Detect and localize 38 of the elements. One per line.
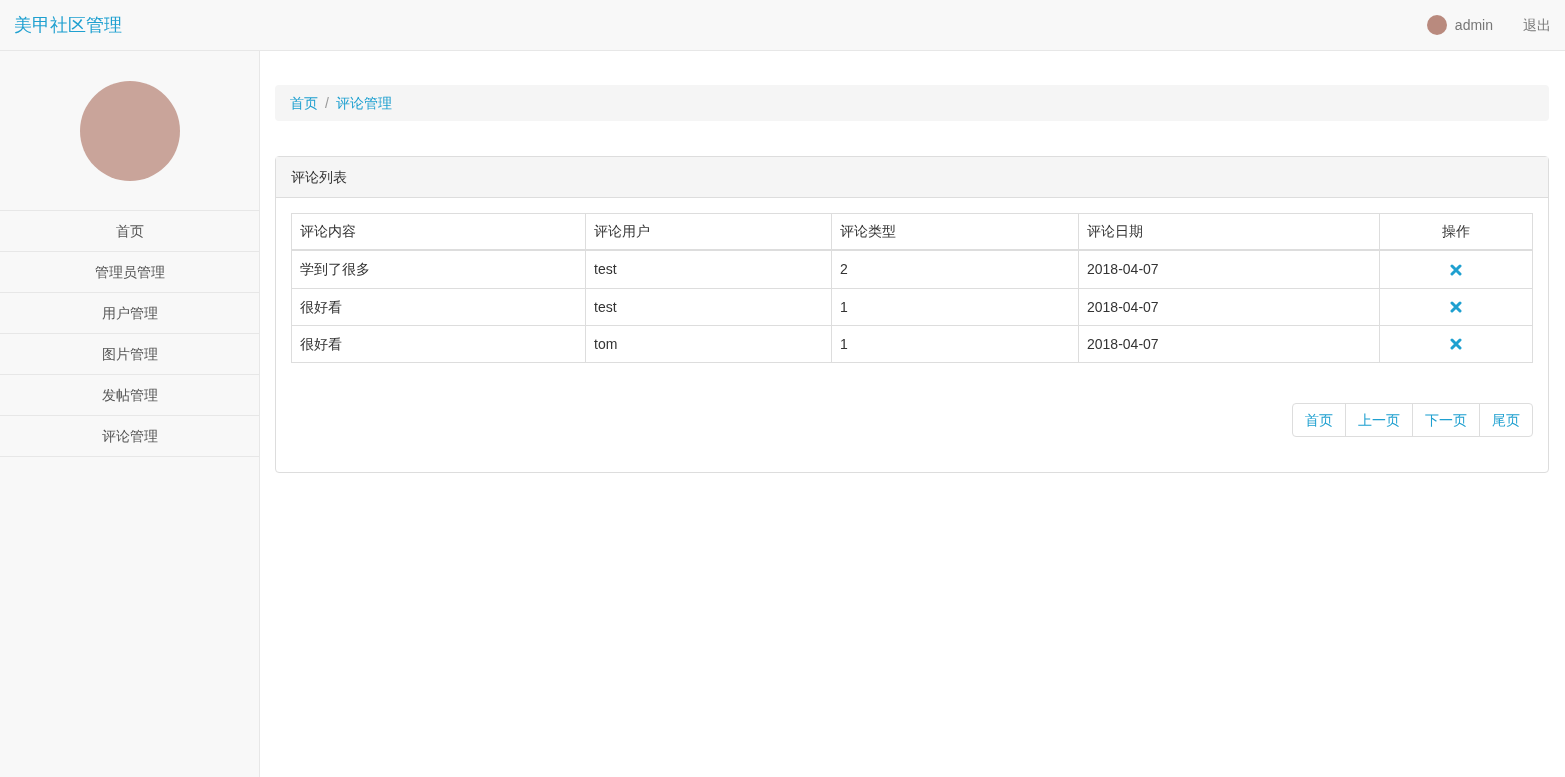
column-header: 评论类型: [832, 214, 1079, 249]
breadcrumb-separator: /: [324, 93, 330, 113]
delete-icon[interactable]: [1450, 263, 1462, 276]
table-cell: 1: [832, 326, 1079, 362]
username-link[interactable]: admin: [1454, 14, 1493, 36]
column-header: 评论日期: [1079, 214, 1380, 249]
table-cell: tom: [586, 326, 832, 362]
pagination-button[interactable]: 下一页: [1412, 403, 1480, 437]
sidebar-item[interactable]: 图片管理: [0, 334, 259, 375]
breadcrumb-link[interactable]: 评论管理: [335, 92, 392, 114]
sidebar-item[interactable]: 用户管理: [0, 293, 259, 334]
column-header: 评论用户: [586, 214, 832, 249]
delete-icon[interactable]: [1450, 338, 1462, 350]
table-cell: 2018-04-07: [1079, 326, 1380, 362]
table-cell: 1: [832, 289, 1079, 325]
brand-title[interactable]: 美甲社区管理: [14, 11, 122, 39]
sidebar-item[interactable]: 评论管理: [0, 416, 259, 457]
sidebar-item[interactable]: 管理员管理: [0, 252, 259, 293]
column-header: 操作: [1441, 222, 1471, 241]
pagination-button[interactable]: 尾页: [1479, 403, 1533, 437]
logout-link[interactable]: 退出: [1523, 14, 1551, 36]
table-cell: 很好看: [292, 326, 586, 362]
table-cell: test: [586, 289, 832, 325]
table-cell: 很好看: [292, 289, 586, 325]
table-cell: 2018-04-07: [1079, 251, 1380, 288]
pagination-button[interactable]: 上一页: [1345, 403, 1413, 437]
table-cell: 学到了很多: [292, 251, 586, 288]
table-cell: test: [586, 251, 832, 288]
delete-icon[interactable]: [1450, 301, 1462, 313]
column-header: 评论内容: [292, 214, 586, 249]
pagination-button[interactable]: 首页: [1292, 403, 1346, 437]
panel-title: 评论列表: [291, 167, 347, 187]
table-cell: 2: [832, 251, 1079, 288]
breadcrumb-link[interactable]: 首页: [290, 92, 318, 114]
sidebar-item[interactable]: 首页: [0, 211, 259, 252]
sidebar-item[interactable]: 发帖管理: [0, 375, 259, 416]
table-cell: 2018-04-07: [1079, 289, 1380, 325]
user-avatar-icon: [1426, 15, 1447, 35]
